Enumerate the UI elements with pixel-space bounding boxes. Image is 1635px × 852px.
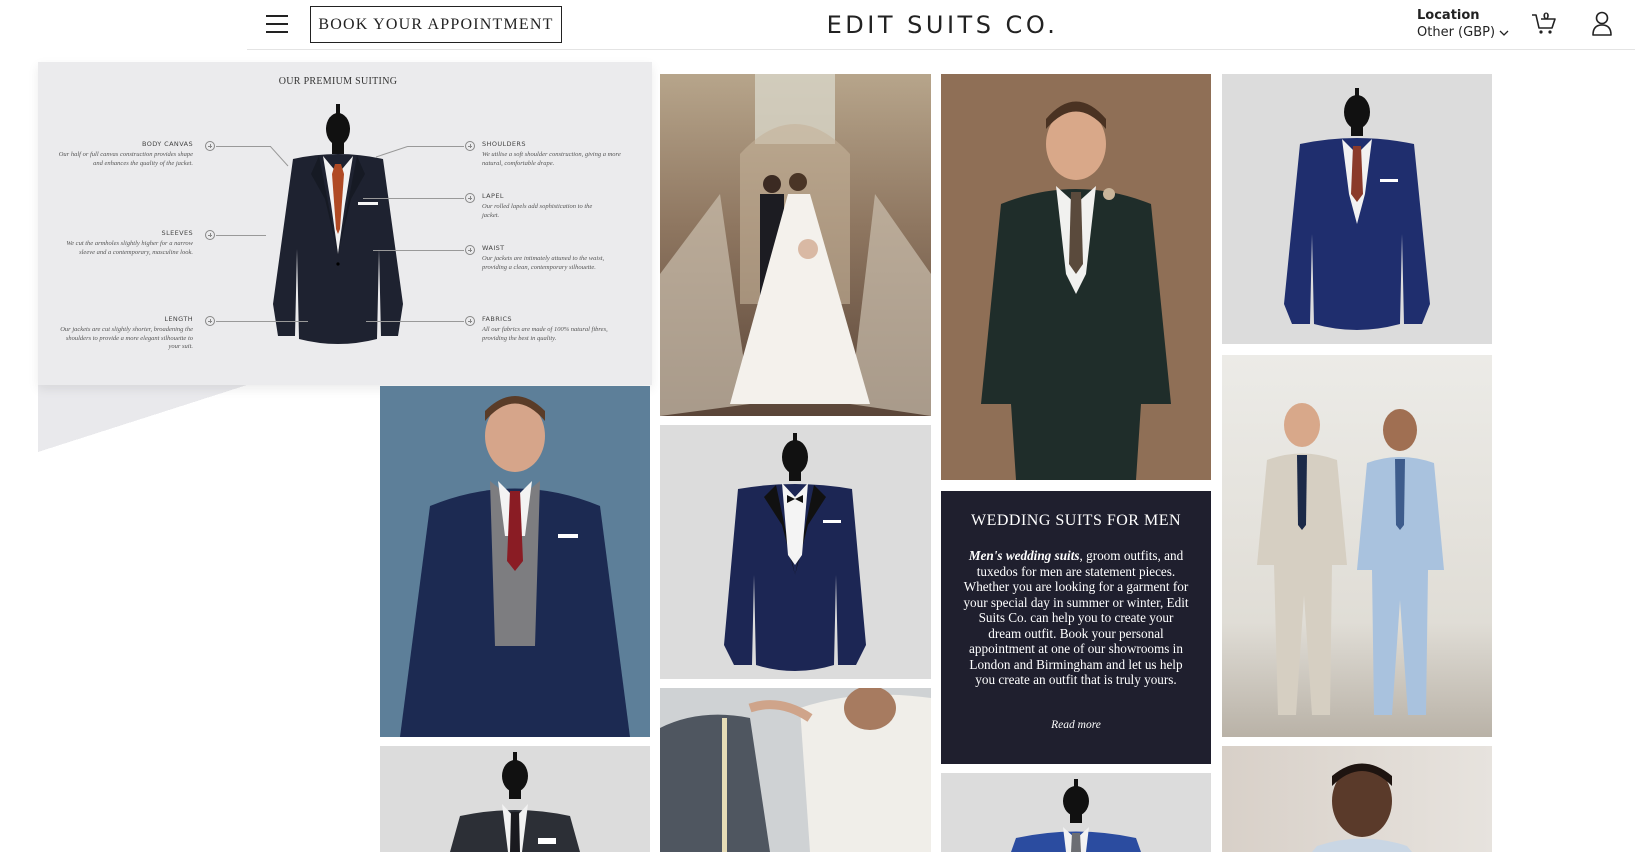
header-divider bbox=[247, 49, 1635, 50]
plus-icon[interactable] bbox=[205, 141, 215, 151]
jacket-mannequin-illustration bbox=[273, 104, 403, 344]
anno-body-canvas-title: BODY CANVAS bbox=[142, 140, 193, 148]
wedding-couple-illustration bbox=[660, 74, 931, 416]
plus-icon[interactable] bbox=[205, 230, 215, 240]
royal-blue-suit-mannequin-photo[interactable] bbox=[941, 773, 1211, 852]
plus-icon[interactable] bbox=[465, 316, 475, 326]
tuxedo-illustration bbox=[724, 433, 866, 671]
navy-three-piece-mannequin-photo[interactable] bbox=[1222, 74, 1492, 344]
plus-icon[interactable] bbox=[465, 141, 475, 151]
anno-lapel-title: LAPEL bbox=[482, 192, 504, 200]
anno-line bbox=[373, 250, 464, 251]
promo-heading: WEDDING SUITS FOR MEN bbox=[970, 512, 1182, 529]
groom-illustration bbox=[981, 101, 1171, 480]
anno-line bbox=[216, 321, 308, 322]
promo-body-text: , groom outfits, and tuxedos for men are… bbox=[963, 548, 1189, 687]
location-label: Location bbox=[1417, 8, 1480, 23]
site-header: BOOK YOUR APPOINTMENT EDIT SUITS CO. Loc… bbox=[0, 0, 1635, 50]
diagram-fold-shadow bbox=[38, 385, 247, 452]
anno-shoulders-title: SHOULDERS bbox=[482, 140, 526, 148]
navy-suit-illustration bbox=[1284, 88, 1430, 330]
read-more-link[interactable]: Read more bbox=[941, 719, 1211, 731]
diagram-title: OUR PREMIUM SUITING bbox=[278, 76, 398, 87]
anno-line bbox=[376, 146, 410, 158]
groom-three-piece-suit-photo[interactable] bbox=[941, 74, 1211, 480]
anno-lapel-desc: Our rolled lapels add sophistication to … bbox=[482, 203, 593, 219]
tailor-illustration bbox=[660, 688, 931, 852]
anno-line bbox=[363, 198, 464, 199]
book-appointment-button[interactable]: BOOK YOUR APPOINTMENT bbox=[310, 6, 562, 43]
location-selector[interactable]: Other (GBP) bbox=[1417, 25, 1509, 40]
anno-waist-desc: Our jackets are intimately attuned to th… bbox=[482, 255, 605, 271]
tailor-measuring-photo[interactable] bbox=[660, 688, 931, 852]
site-logo[interactable]: EDIT SUITS CO. bbox=[820, 10, 1065, 40]
anno-fabrics-title: FABRICS bbox=[482, 315, 512, 323]
promo-body: Men's wedding suits, groom outfits, and … bbox=[961, 548, 1191, 688]
man-portrait-illustration bbox=[1312, 763, 1412, 852]
charcoal-suit-illustration bbox=[450, 752, 580, 852]
plus-icon[interactable] bbox=[465, 245, 475, 255]
cart-count-badge: 0 bbox=[1543, 12, 1550, 22]
anno-line bbox=[216, 146, 271, 147]
navy-tuxedo-mannequin-photo[interactable] bbox=[660, 425, 931, 679]
premium-suiting-diagram: OUR PREMIUM SUITING BODY CANVAS Our half… bbox=[38, 62, 652, 385]
location-value: Other (GBP) bbox=[1417, 25, 1496, 40]
light-suits-illustration bbox=[1257, 403, 1444, 715]
chevron-down-icon bbox=[1499, 30, 1509, 36]
anno-waist-title: WAIST bbox=[482, 244, 505, 252]
plus-icon[interactable] bbox=[465, 193, 475, 203]
man-navy-suit-grey-waistcoat-photo[interactable] bbox=[380, 386, 650, 737]
anno-shoulders-desc: We utilise a soft shoulder construction,… bbox=[482, 151, 621, 167]
anno-line bbox=[408, 146, 464, 147]
anno-length-desc: Our jackets are cut slightly shorter, br… bbox=[60, 326, 193, 350]
navy-grey-suit-illustration bbox=[400, 396, 630, 737]
anno-sleeves-desc: We cut the armholes slightly higher for … bbox=[66, 240, 193, 256]
anno-length-title: LENGTH bbox=[164, 315, 193, 323]
wedding-suits-promo: WEDDING SUITS FOR MEN Men's wedding suit… bbox=[941, 491, 1211, 764]
two-men-light-suits-photo[interactable] bbox=[1222, 355, 1492, 737]
plus-icon[interactable] bbox=[205, 316, 215, 326]
user-account-icon[interactable] bbox=[1591, 10, 1613, 36]
royal-blue-suit-illustration bbox=[1011, 779, 1141, 852]
charcoal-suit-mannequin-photo[interactable] bbox=[380, 746, 650, 852]
anno-line bbox=[366, 321, 464, 322]
menu-icon[interactable] bbox=[266, 14, 288, 34]
anno-line bbox=[270, 146, 289, 167]
anno-line bbox=[216, 235, 266, 236]
promo-body-bold: Men's wedding suits bbox=[968, 548, 1080, 563]
wedding-couple-photo[interactable] bbox=[660, 74, 931, 416]
man-portrait-photo[interactable] bbox=[1222, 746, 1492, 852]
anno-body-canvas-desc: Our half or full canvas construction pro… bbox=[58, 151, 193, 167]
anno-sleeves-title: SLEEVES bbox=[161, 229, 193, 237]
anno-fabrics-desc: All our fabrics are made of 100% natural… bbox=[482, 326, 608, 342]
